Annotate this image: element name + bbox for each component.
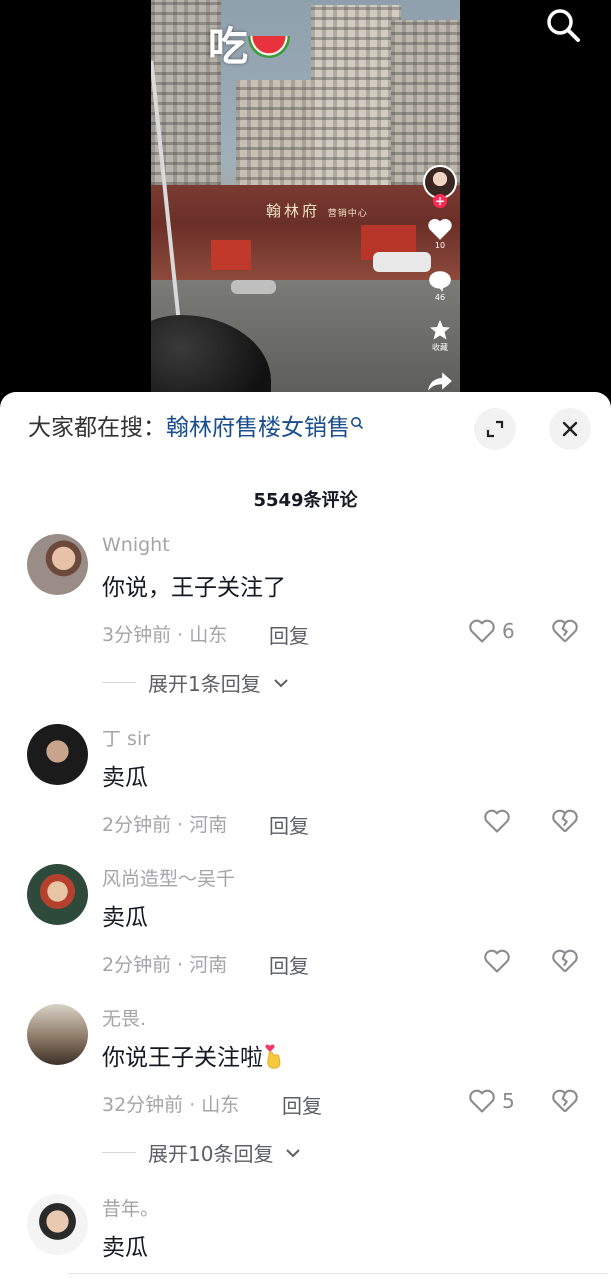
like-button[interactable]: 6 <box>468 618 515 644</box>
expand-icon <box>486 420 504 438</box>
favorite-action[interactable]: 收藏 <box>420 318 460 353</box>
like-button[interactable] <box>483 808 511 834</box>
search-icon <box>351 417 364 430</box>
username[interactable]: 无畏. <box>102 1004 146 1031</box>
like-action[interactable]: 10 <box>420 217 460 250</box>
comment-item: 昔年。 卖瓜 <box>0 1194 611 1280</box>
broken-heart-icon[interactable] <box>551 1088 579 1114</box>
comment-meta: 2分钟前 · 河南 <box>102 954 228 976</box>
expand-replies[interactable]: 展开1条回复 <box>102 668 289 697</box>
comment-item: 风尚造型～吴千 卖瓜 2分钟前 · 河南 回复 <box>0 864 611 984</box>
store-sign: 翰林府 营销中心 <box>266 202 368 220</box>
comment-text: 卖瓜 <box>102 905 148 931</box>
video-overlay-text: 吃 <box>208 14 290 72</box>
close-button[interactable] <box>549 408 591 450</box>
like-count: 6 <box>502 619 515 643</box>
like-count: 5 <box>502 1089 515 1113</box>
like-button[interactable] <box>483 948 511 974</box>
avatar[interactable] <box>27 1004 88 1065</box>
comment-meta: 32分钟前 · 山东 <box>102 1094 240 1116</box>
comment-item: 无畏. 你说王子关注啦 32分钟前 · 山东 回复 5 展开10条回复 <box>0 1004 611 1167</box>
reply-button[interactable]: 回复 <box>282 1090 322 1119</box>
search-icon[interactable] <box>543 5 583 45</box>
reply-button[interactable]: 回复 <box>269 950 309 979</box>
share-action[interactable] <box>420 370 460 392</box>
broken-heart-icon[interactable] <box>551 948 579 974</box>
broken-heart-icon[interactable] <box>551 618 579 644</box>
comment-sheet: 大家都在搜：翰林府售楼女销售 5549条评论 Wnight 你说，王子关注了 3… <box>0 392 611 1280</box>
comment-item: 丁 sir 卖瓜 2分钟前 · 河南 回复 <box>0 724 611 844</box>
avatar[interactable] <box>27 534 88 595</box>
heart-outline-icon <box>484 949 510 973</box>
comment-meta: 3分钟前 · 山东 <box>102 624 228 646</box>
close-icon <box>562 421 578 437</box>
comment-text: 你说王子关注啦 <box>102 1038 285 1072</box>
divider <box>102 682 136 683</box>
heart-outline-icon <box>469 619 495 643</box>
building <box>311 5 401 190</box>
comment-count: 5549条评论 <box>253 490 358 511</box>
chevron-down-icon <box>274 678 288 687</box>
reply-button[interactable]: 回复 <box>269 620 309 649</box>
expand-replies-label: 展开10条回复 <box>148 1142 274 1166</box>
chevron-down-icon <box>286 1148 301 1157</box>
reply-button[interactable]: 回复 <box>269 810 309 839</box>
heart-icon <box>428 218 452 240</box>
username[interactable]: 风尚造型～吴千 <box>102 864 235 891</box>
heart-outline-icon <box>484 809 510 833</box>
comment-action[interactable]: 46 <box>420 269 460 302</box>
comment-bubble-icon <box>429 271 451 292</box>
avatar[interactable] <box>27 864 88 925</box>
heart-outline-icon <box>469 1089 495 1113</box>
search-keyword-link[interactable]: 翰林府售楼女销售 <box>166 415 350 441</box>
like-button[interactable]: 5 <box>468 1088 515 1114</box>
username[interactable]: 丁 sir <box>102 724 150 751</box>
share-arrow-icon <box>428 372 452 391</box>
video-player[interactable]: 翰林府 营销中心 吃 + 10 46 收藏 <box>0 0 611 400</box>
comment-meta: 2分钟前 · 河南 <box>102 814 228 836</box>
divider <box>102 1152 136 1153</box>
follow-plus-icon[interactable]: + <box>433 194 447 208</box>
suggested-search[interactable]: 大家都在搜：翰林府售楼女销售 <box>28 410 364 446</box>
expand-sheet-button[interactable] <box>474 408 516 450</box>
input-bar-edge <box>68 1273 608 1280</box>
avatar[interactable] <box>27 724 88 785</box>
comment-text: 卖瓜 <box>102 1235 148 1261</box>
crossed-fingers-heart-icon <box>263 1043 285 1069</box>
username[interactable]: 昔年。 <box>102 1194 159 1221</box>
video-frame[interactable]: 翰林府 营销中心 <box>151 0 460 400</box>
expand-replies-label: 展开1条回复 <box>148 672 261 696</box>
comment-text: 卖瓜 <box>102 765 148 791</box>
comment-text: 你说，王子关注了 <box>102 575 286 601</box>
banner <box>211 240 251 270</box>
username[interactable]: Wnight <box>102 534 170 556</box>
car <box>231 280 276 294</box>
watermelon-icon <box>248 36 290 58</box>
broken-heart-icon[interactable] <box>551 808 579 834</box>
comment-item: Wnight 你说，王子关注了 3分钟前 · 山东 回复 6 展开1条回复 <box>0 534 611 697</box>
star-icon <box>430 320 450 340</box>
expand-replies[interactable]: 展开10条回复 <box>102 1138 301 1167</box>
search-prefix: 大家都在搜： <box>28 415 166 441</box>
avatar[interactable] <box>27 1194 88 1255</box>
